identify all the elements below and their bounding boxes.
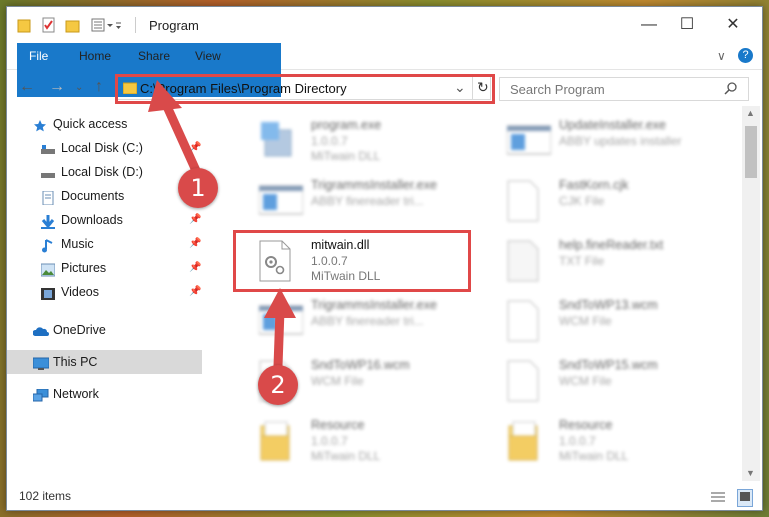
step-1-callout: 1 (178, 168, 218, 208)
arrow-to-address-bar (148, 80, 203, 177)
annotation-arrows (148, 80, 296, 367)
step-2-callout: 2 (258, 365, 298, 405)
arrow-to-mitwain-dll (264, 288, 296, 367)
